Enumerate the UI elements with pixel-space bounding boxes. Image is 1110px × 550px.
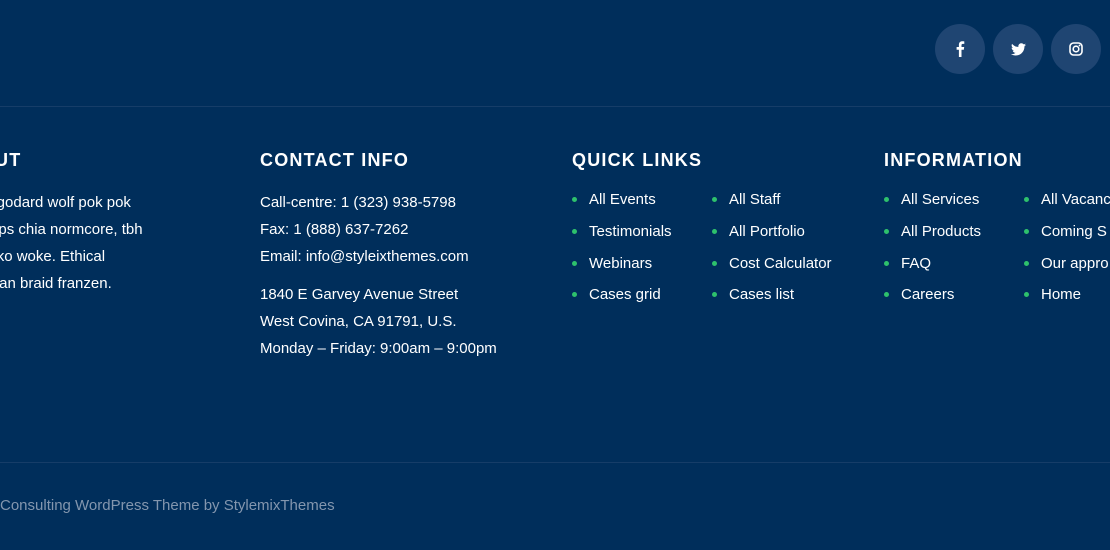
info-link-home[interactable]: Home: [1024, 279, 1110, 311]
bullet-icon: [712, 229, 717, 235]
bullet-icon: [712, 197, 717, 203]
contact-details: Call-centre: 1 (323) 938-5798 Fax: 1 (88…: [260, 189, 560, 270]
info-link-our-approach[interactable]: Our appro: [1024, 247, 1110, 279]
about-line: own man braid franzen.: [0, 275, 112, 292]
bullet-icon: [1024, 260, 1029, 266]
bullet-icon: [884, 292, 889, 298]
bullet-icon: [1024, 229, 1029, 235]
address-city: West Covina, CA 91791, U.S.: [260, 313, 457, 330]
link-label: Testimonials: [589, 223, 672, 241]
info-link-all-services[interactable]: All Services: [884, 184, 1024, 216]
link-label: Cases list: [729, 286, 795, 304]
link-label: All Events: [589, 191, 656, 209]
link-label: Cost Calculator: [729, 254, 832, 272]
link-label: All Products: [901, 223, 982, 241]
quick-link-all-portfolio[interactable]: All Portfolio: [712, 216, 868, 248]
about-title: UT: [0, 150, 22, 170]
bullet-icon: [712, 292, 717, 298]
info-link-all-vacancies[interactable]: All Vacanc: [1024, 184, 1110, 216]
twitter-button[interactable]: [993, 24, 1043, 74]
contact-email: Email: info@styleixthemes.com: [260, 248, 469, 265]
bottom-divider: [0, 462, 1110, 463]
quick-links-list: All Events All Staff Testimonials All Po…: [572, 184, 872, 311]
link-label: All Vacanc: [1041, 191, 1110, 209]
bullet-icon: [572, 229, 577, 235]
link-label: Home: [1041, 286, 1082, 304]
bullet-icon: [572, 197, 577, 203]
bullet-icon: [884, 229, 889, 235]
information-column: INFORMATION All Services All Vacanc All …: [884, 150, 1110, 311]
quick-link-all-events[interactable]: All Events: [572, 184, 712, 216]
instagram-button[interactable]: [1051, 24, 1101, 74]
quick-link-webinars[interactable]: Webinars: [572, 247, 712, 279]
bullet-icon: [1024, 197, 1029, 203]
contact-title: CONTACT INFO: [260, 150, 410, 170]
facebook-icon: [956, 41, 965, 57]
bullet-icon: [884, 260, 889, 266]
top-divider: [0, 106, 1110, 107]
link-label: All Staff: [729, 191, 781, 209]
contact-address: 1840 E Garvey Avenue Street West Covina,…: [260, 281, 560, 362]
link-label: Our appro: [1041, 254, 1109, 272]
information-list: All Services All Vacanc All Products Com…: [884, 184, 1110, 311]
link-label: All Services: [901, 191, 980, 209]
about-line: rtorial godard wolf pok pok: [0, 194, 131, 211]
quick-links-column: QUICK LINKS All Events All Staff Testimo…: [572, 150, 872, 311]
info-link-all-products[interactable]: All Products: [884, 216, 1024, 248]
quick-link-cost-calculator[interactable]: Cost Calculator: [712, 247, 868, 279]
quick-links-title: QUICK LINKS: [572, 150, 703, 170]
contact-fax: Fax: 1 (888) 637-7262: [260, 221, 409, 238]
bullet-icon: [572, 292, 577, 298]
info-link-faq[interactable]: FAQ: [884, 247, 1024, 279]
contact-column: CONTACT INFO Call-centre: 1 (323) 938-57…: [260, 150, 560, 362]
bullet-icon: [712, 260, 717, 266]
social-links: [935, 24, 1101, 74]
link-label: Cases grid: [589, 286, 661, 304]
about-line: ale chips chia normcore, tbh: [0, 221, 143, 238]
link-label: Webinars: [589, 254, 653, 272]
about-column: UT rtorial godard wolf pok pok ale chips…: [0, 150, 215, 297]
quick-link-cases-grid[interactable]: Cases grid: [572, 279, 712, 311]
quick-link-testimonials[interactable]: Testimonials: [572, 216, 712, 248]
office-hours: Monday – Friday: 9:00am – 9:00pm: [260, 340, 497, 357]
link-label: Careers: [901, 286, 955, 304]
contact-phone: Call-centre: 1 (323) 938-5798: [260, 194, 456, 211]
info-link-careers[interactable]: Careers: [884, 279, 1024, 311]
address-street: 1840 E Garvey Avenue Street: [260, 286, 459, 303]
copyright-text: Consulting WordPress Theme by StylemixTh…: [0, 497, 335, 514]
about-line: four loko woke. Ethical: [0, 248, 106, 265]
about-text: rtorial godard wolf pok pok ale chips ch…: [0, 189, 215, 297]
link-label: FAQ: [901, 254, 932, 272]
bullet-icon: [1024, 292, 1029, 298]
instagram-icon: [1069, 42, 1083, 56]
info-link-coming-soon[interactable]: Coming S: [1024, 216, 1110, 248]
link-label: All Portfolio: [729, 223, 805, 241]
information-title: INFORMATION: [884, 150, 1023, 170]
bullet-icon: [884, 197, 889, 203]
bullet-icon: [572, 260, 577, 266]
twitter-icon: [1010, 42, 1026, 55]
quick-link-cases-list[interactable]: Cases list: [712, 279, 868, 311]
quick-link-all-staff[interactable]: All Staff: [712, 184, 868, 216]
facebook-button[interactable]: [935, 24, 985, 74]
link-label: Coming S: [1041, 223, 1107, 241]
